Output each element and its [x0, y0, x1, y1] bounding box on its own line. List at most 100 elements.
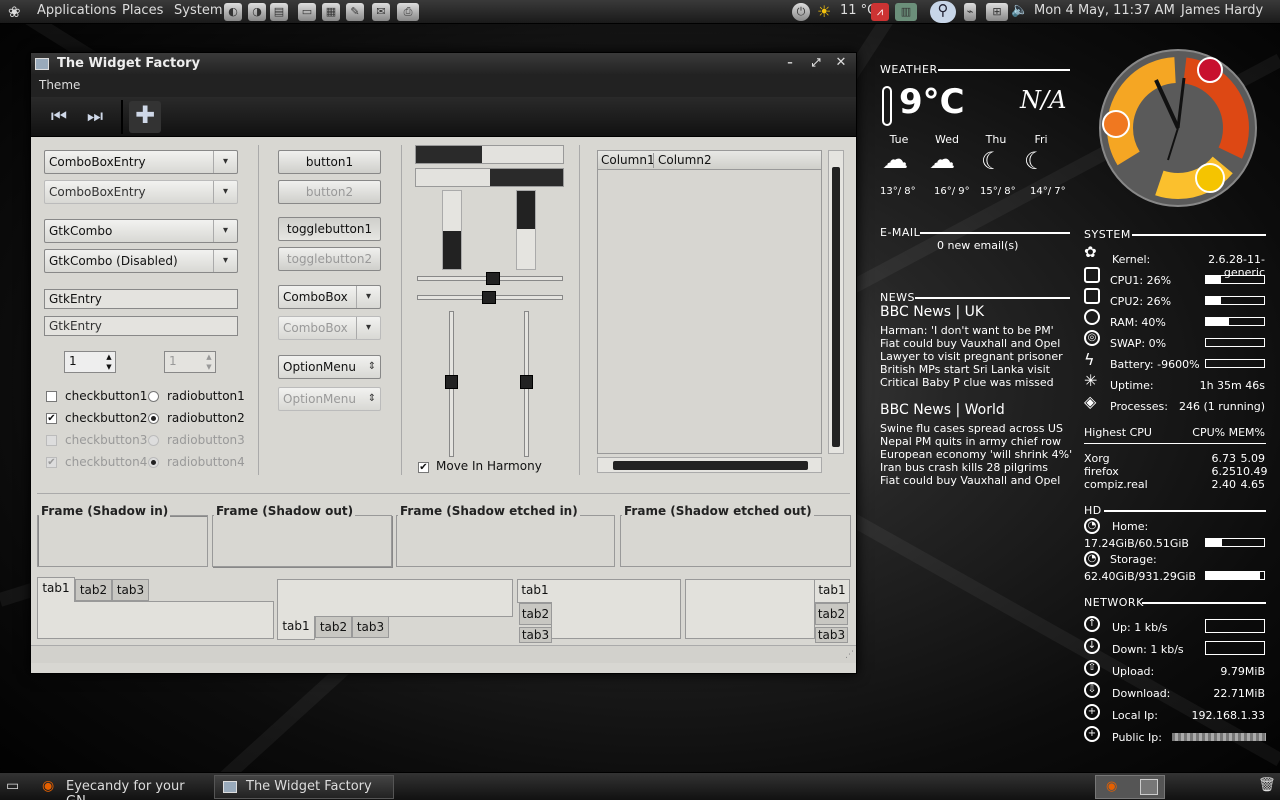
menu-theme[interactable]: Theme: [39, 78, 80, 92]
workspace-icon[interactable]: [1140, 779, 1158, 795]
tab-3[interactable]: tab3: [519, 627, 552, 643]
title-bar[interactable]: The Widget Factory – ⤢ ✕: [31, 53, 856, 75]
harmony-checkbox[interactable]: ✔: [418, 462, 429, 473]
show-desktop-icon[interactable]: ▭: [6, 778, 19, 794]
skip-forward-icon[interactable]: ⏭: [81, 103, 109, 131]
tab-2[interactable]: tab2: [75, 579, 112, 601]
checkbox-2[interactable]: ✔: [46, 413, 57, 424]
checkbox-1[interactable]: [46, 391, 57, 402]
edit-icon[interactable]: ✎: [346, 3, 364, 21]
tree-view[interactable]: Column1 Column2: [597, 150, 822, 454]
graph-icon[interactable]: ⩘: [871, 3, 889, 21]
scale-handle[interactable]: [517, 191, 535, 229]
button-1[interactable]: button1: [278, 150, 381, 174]
spin-arrows-icon[interactable]: ▲ ▼: [103, 352, 115, 372]
skip-back-icon[interactable]: ⏮: [45, 103, 73, 131]
vertical-scale-2[interactable]: [516, 190, 536, 270]
checkbox-2-label[interactable]: checkbutton2: [65, 411, 147, 425]
radio-1-label[interactable]: radiobutton1: [167, 389, 245, 403]
news-headline[interactable]: Lawyer to visit pregnant prisoner: [880, 350, 1063, 363]
tab-1[interactable]: tab1: [277, 616, 315, 640]
checkbox-1-label[interactable]: checkbutton1: [65, 389, 147, 403]
news-headline[interactable]: European economy 'will shrink 4%': [880, 448, 1072, 461]
menu-applications[interactable]: Applications: [37, 3, 116, 18]
toolbar-separator: [121, 100, 123, 134]
combobox[interactable]: ComboBox ▾: [278, 285, 381, 309]
tab-2[interactable]: tab2: [315, 616, 352, 638]
maximize-icon[interactable]: ⤢: [809, 56, 823, 70]
news-headline[interactable]: Fiat could buy Vauxhall and Opel: [880, 337, 1060, 350]
tab-1[interactable]: tab1: [517, 579, 552, 603]
updown-icon[interactable]: ⇕: [364, 356, 380, 378]
network-monitor-icon[interactable]: ▥: [895, 3, 917, 21]
add-icon[interactable]: ✚: [129, 101, 161, 133]
news-headline[interactable]: Fiat could buy Vauxhall and Opel: [880, 474, 1060, 487]
column-header-2[interactable]: Column2: [658, 153, 712, 167]
task-button[interactable]: ◉ Eyecandy for your GN...: [30, 775, 210, 800]
news-headline[interactable]: Critical Baby P clue was missed: [880, 376, 1054, 389]
uptime-label: Uptime:: [1110, 379, 1154, 392]
workspace-switcher[interactable]: ◉: [1095, 775, 1165, 799]
tab-3[interactable]: tab3: [352, 616, 389, 638]
mail-icon[interactable]: ✉: [372, 3, 390, 21]
network-icon[interactable]: ⊞: [986, 3, 1008, 21]
vertical-scrollbar[interactable]: [828, 150, 844, 454]
tab-3[interactable]: tab3: [815, 627, 848, 643]
news-headline[interactable]: Nepal PM quits in army chief row: [880, 435, 1061, 448]
combobox-entry[interactable]: ComboBoxEntry ▾: [44, 150, 238, 174]
chevron-down-icon[interactable]: ▾: [213, 151, 237, 173]
tab-2[interactable]: tab2: [519, 603, 552, 625]
harmony-label[interactable]: Move In Harmony: [436, 459, 542, 473]
chevron-down-icon[interactable]: ▾: [213, 220, 237, 242]
gnome-foot-icon[interactable]: ❀: [8, 3, 21, 21]
toggle-button-1[interactable]: togglebutton1: [278, 217, 381, 241]
spin-button[interactable]: 1 ▲ ▼: [64, 351, 116, 373]
menu-places[interactable]: Places: [122, 3, 163, 18]
volume-icon[interactable]: 🔈: [1011, 2, 1028, 18]
trash-icon[interactable]: 🗑: [1258, 777, 1276, 793]
resize-grip-icon[interactable]: ⋰: [845, 650, 854, 660]
sun-icon[interactable]: ☀: [817, 2, 831, 21]
news-headline[interactable]: British MPs start Sri Lanka visit: [880, 363, 1050, 376]
chevron-down-icon[interactable]: ▾: [356, 286, 380, 308]
scale-handle[interactable]: [443, 231, 461, 269]
launcher-icon[interactable]: ◐: [224, 3, 242, 21]
task-button-active[interactable]: The Widget Factory: [214, 775, 394, 799]
slider-handle[interactable]: [520, 375, 533, 389]
launcher-icon[interactable]: ▤: [270, 3, 288, 21]
scrollbar-thumb[interactable]: [832, 167, 840, 447]
close-icon[interactable]: ✕: [834, 56, 848, 70]
clock[interactable]: Mon 4 May, 11:37 AM: [1034, 3, 1175, 18]
horizontal-scrollbar[interactable]: [597, 457, 822, 473]
minimize-icon[interactable]: –: [783, 56, 797, 70]
user-name[interactable]: James Hardy: [1181, 3, 1263, 18]
tab-1[interactable]: tab1: [37, 577, 75, 602]
column-header-1[interactable]: Column1: [601, 153, 655, 167]
gtk-entry[interactable]: GtkEntry: [44, 289, 238, 309]
document-icon[interactable]: ▦: [322, 3, 340, 21]
launcher-icon[interactable]: ◑: [248, 3, 266, 21]
monitor-icon[interactable]: ▭: [298, 3, 316, 21]
menu-system[interactable]: System: [174, 3, 222, 18]
vertical-scale-1[interactable]: [442, 190, 462, 270]
search-icon[interactable]: ⚲: [930, 1, 956, 23]
usb-icon[interactable]: ⌁: [964, 3, 976, 21]
slider-handle[interactable]: [486, 272, 500, 285]
radio-2-label[interactable]: radiobutton2: [167, 411, 245, 425]
slider-handle[interactable]: [482, 291, 496, 304]
news-headline[interactable]: Harman: 'I don't want to be PM': [880, 324, 1054, 337]
radio-2[interactable]: [148, 413, 159, 424]
news-headline[interactable]: Swine flu cases spread across US: [880, 422, 1063, 435]
up-speed: Up: 1 kb/s: [1112, 621, 1168, 634]
radio-1[interactable]: [148, 391, 159, 402]
tab-3[interactable]: tab3: [112, 579, 149, 601]
tab-1[interactable]: tab1: [815, 579, 850, 603]
printer-icon[interactable]: ⎙: [397, 3, 419, 21]
slider-handle[interactable]: [445, 375, 458, 389]
tab-2[interactable]: tab2: [815, 603, 848, 625]
power-icon[interactable]: ⏻: [792, 3, 810, 21]
scrollbar-thumb[interactable]: [613, 461, 808, 470]
option-menu[interactable]: OptionMenu ⇕: [278, 355, 381, 379]
news-headline[interactable]: Iran bus crash kills 28 pilgrims: [880, 461, 1048, 474]
gtk-combo[interactable]: GtkCombo ▾: [44, 219, 238, 243]
